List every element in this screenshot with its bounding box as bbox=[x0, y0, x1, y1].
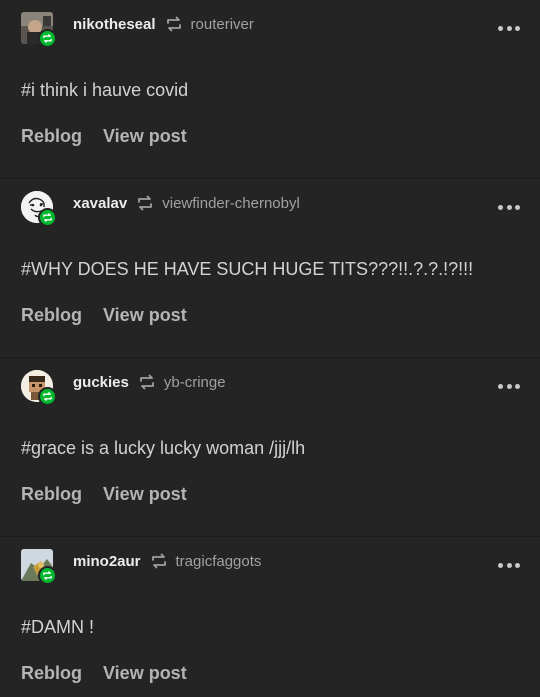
post-actions: Reblog View post bbox=[21, 305, 187, 326]
view-post-button[interactable]: View post bbox=[103, 126, 187, 147]
username-link[interactable]: guckies bbox=[73, 374, 129, 391]
reblog-button[interactable]: Reblog bbox=[21, 663, 82, 684]
reblog-arrow-icon bbox=[151, 553, 166, 569]
reblog-button[interactable]: Reblog bbox=[21, 484, 82, 505]
reblog-arrow-icon bbox=[139, 374, 154, 390]
post-actions: Reblog View post bbox=[21, 484, 187, 505]
more-options-icon[interactable] bbox=[498, 384, 520, 390]
post-actions: Reblog View post bbox=[21, 126, 187, 147]
reblog-badge-icon bbox=[38, 29, 57, 48]
more-options-icon[interactable] bbox=[498, 205, 520, 211]
avatar-container[interactable] bbox=[21, 191, 57, 227]
view-post-button[interactable]: View post bbox=[103, 484, 187, 505]
source-blog-link[interactable]: tragicfaggots bbox=[176, 553, 262, 570]
reblog-item: guckies yb-cringe #grace is a lucky luck… bbox=[0, 358, 540, 537]
post-tag[interactable]: #WHY DOES HE HAVE SUCH HUGE TITS???!!.?.… bbox=[21, 259, 473, 280]
source-blog-link[interactable]: viewfinder-chernobyl bbox=[162, 195, 300, 212]
username-link[interactable]: nikotheseal bbox=[73, 16, 156, 33]
reblog-item: nikotheseal routeriver #i think i hauve … bbox=[0, 0, 540, 179]
avatar-container[interactable] bbox=[21, 370, 57, 406]
reblog-item: mino2aur tragicfaggots #DAMN ! Reblog Vi… bbox=[0, 537, 540, 697]
avatar-container[interactable] bbox=[21, 549, 57, 585]
username-link[interactable]: mino2aur bbox=[73, 553, 141, 570]
reblog-item: xavalav viewfinder-chernobyl #WHY DOES H… bbox=[0, 179, 540, 358]
more-options-icon[interactable] bbox=[498, 26, 520, 32]
more-options-icon[interactable] bbox=[498, 563, 520, 569]
source-blog-link[interactable]: routeriver bbox=[191, 16, 254, 33]
view-post-button[interactable]: View post bbox=[103, 305, 187, 326]
username-link[interactable]: xavalav bbox=[73, 195, 127, 212]
post-actions: Reblog View post bbox=[21, 663, 187, 684]
post-tag[interactable]: #i think i hauve covid bbox=[21, 80, 188, 101]
source-blog-link[interactable]: yb-cringe bbox=[164, 374, 226, 391]
reblog-arrow-icon bbox=[138, 195, 153, 211]
reblog-badge-icon bbox=[38, 387, 57, 406]
reblog-badge-icon bbox=[38, 208, 57, 227]
post-header: nikotheseal routeriver bbox=[73, 13, 254, 35]
post-header: guckies yb-cringe bbox=[73, 371, 226, 393]
reblog-arrow-icon bbox=[166, 16, 181, 32]
reblog-button[interactable]: Reblog bbox=[21, 305, 82, 326]
post-tag[interactable]: #DAMN ! bbox=[21, 617, 94, 638]
reblog-badge-icon bbox=[38, 566, 57, 585]
reblog-button[interactable]: Reblog bbox=[21, 126, 82, 147]
reblog-feed: nikotheseal routeriver #i think i hauve … bbox=[0, 0, 540, 697]
post-tag[interactable]: #grace is a lucky lucky woman /jjj/lh bbox=[21, 438, 305, 459]
post-header: mino2aur tragicfaggots bbox=[73, 550, 261, 572]
post-header: xavalav viewfinder-chernobyl bbox=[73, 192, 300, 214]
avatar-container[interactable] bbox=[21, 12, 57, 48]
view-post-button[interactable]: View post bbox=[103, 663, 187, 684]
